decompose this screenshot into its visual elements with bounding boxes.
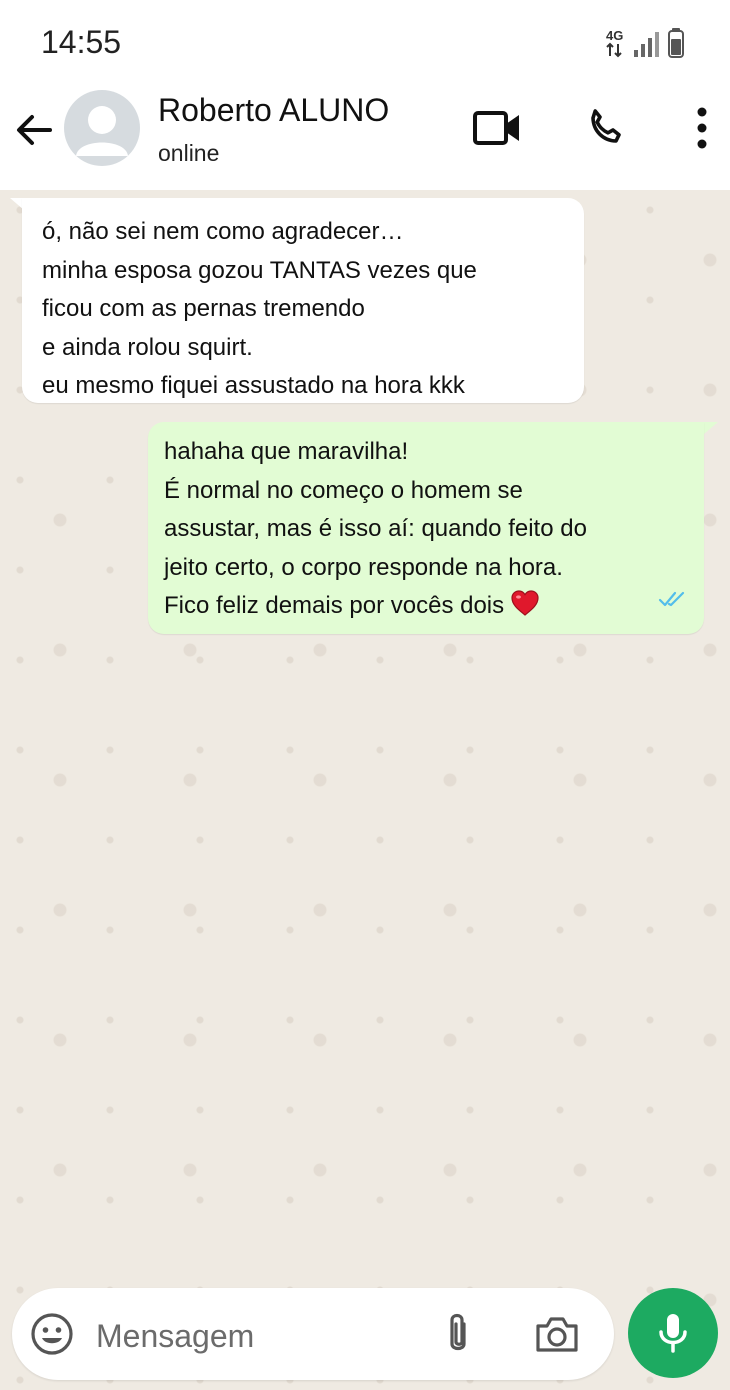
default-avatar-icon: [76, 106, 128, 156]
video-camera-icon: [473, 111, 519, 145]
message-line: Fico feliz demais por vocês dois: [164, 592, 505, 619]
status-bar: 14:55 4G: [0, 0, 730, 88]
message-line: assustar, mas é isso aí: quando feito do: [164, 515, 587, 542]
camera-icon: [536, 1317, 578, 1352]
message-line: É normal no começo o homem se: [164, 476, 523, 504]
emoji-button[interactable]: [30, 1312, 74, 1361]
voice-message-button[interactable]: [628, 1288, 718, 1378]
camera-button[interactable]: [534, 1314, 580, 1359]
data-arrows-icon: [606, 42, 622, 58]
message-line: minha esposa gozou TANTAS vezes que: [42, 256, 477, 284]
message-line: ó, não sei nem como agradecer…: [42, 218, 404, 245]
message-text: hahaha que maravilha! É normal no começo…: [164, 433, 587, 630]
contact-name[interactable]: Roberto ALUNO: [158, 92, 389, 129]
message-composer: Mensagem: [12, 1288, 614, 1380]
message-line: hahaha que maravilha!: [164, 438, 409, 465]
outgoing-message[interactable]: hahaha que maravilha! É normal no começo…: [148, 422, 704, 634]
avatar[interactable]: [64, 90, 140, 166]
back-arrow-icon: [17, 115, 52, 145]
heart-emoji-icon: [510, 589, 540, 630]
read-receipt-icon: [658, 582, 690, 621]
back-button[interactable]: [14, 110, 54, 155]
message-line: e ainda rolou squirt.: [42, 333, 253, 361]
more-options-button[interactable]: [690, 106, 714, 155]
message-line: ficou com as pernas tremendo: [42, 295, 365, 322]
message-line: eu mesmo fiquei assustado na hora kkk: [42, 372, 465, 399]
contact-status: online: [158, 140, 220, 166]
kebab-menu-icon: [697, 107, 707, 149]
attach-button[interactable]: [438, 1310, 478, 1363]
network-type: 4G: [606, 28, 623, 43]
signal-icon: [634, 32, 659, 57]
message-text: ó, não sei nem como agradecer… minha esp…: [42, 213, 477, 406]
phone-icon: [591, 109, 621, 143]
microphone-icon: [659, 1314, 687, 1353]
video-call-button[interactable]: [472, 108, 522, 153]
incoming-message[interactable]: ó, não sei nem como agradecer… minha esp…: [22, 198, 584, 403]
status-time: 14:55: [41, 24, 122, 60]
message-input[interactable]: Mensagem: [96, 1318, 254, 1355]
smiley-icon: [31, 1313, 73, 1355]
paperclip-icon: [450, 1313, 466, 1351]
message-line: jeito certo, o corpo responde na hora.: [164, 553, 563, 581]
voice-call-button[interactable]: [582, 104, 630, 157]
chat-area[interactable]: ó, não sei nem como agradecer… minha esp…: [0, 190, 730, 1390]
message-line-with-emoji: Fico feliz demais por vocês dois: [164, 587, 587, 630]
chat-header: Roberto ALUNO online: [0, 88, 730, 190]
outgoing-bubble-tail: [704, 422, 718, 434]
battery-icon: [668, 28, 684, 58]
status-icons: 4G: [604, 26, 694, 67]
